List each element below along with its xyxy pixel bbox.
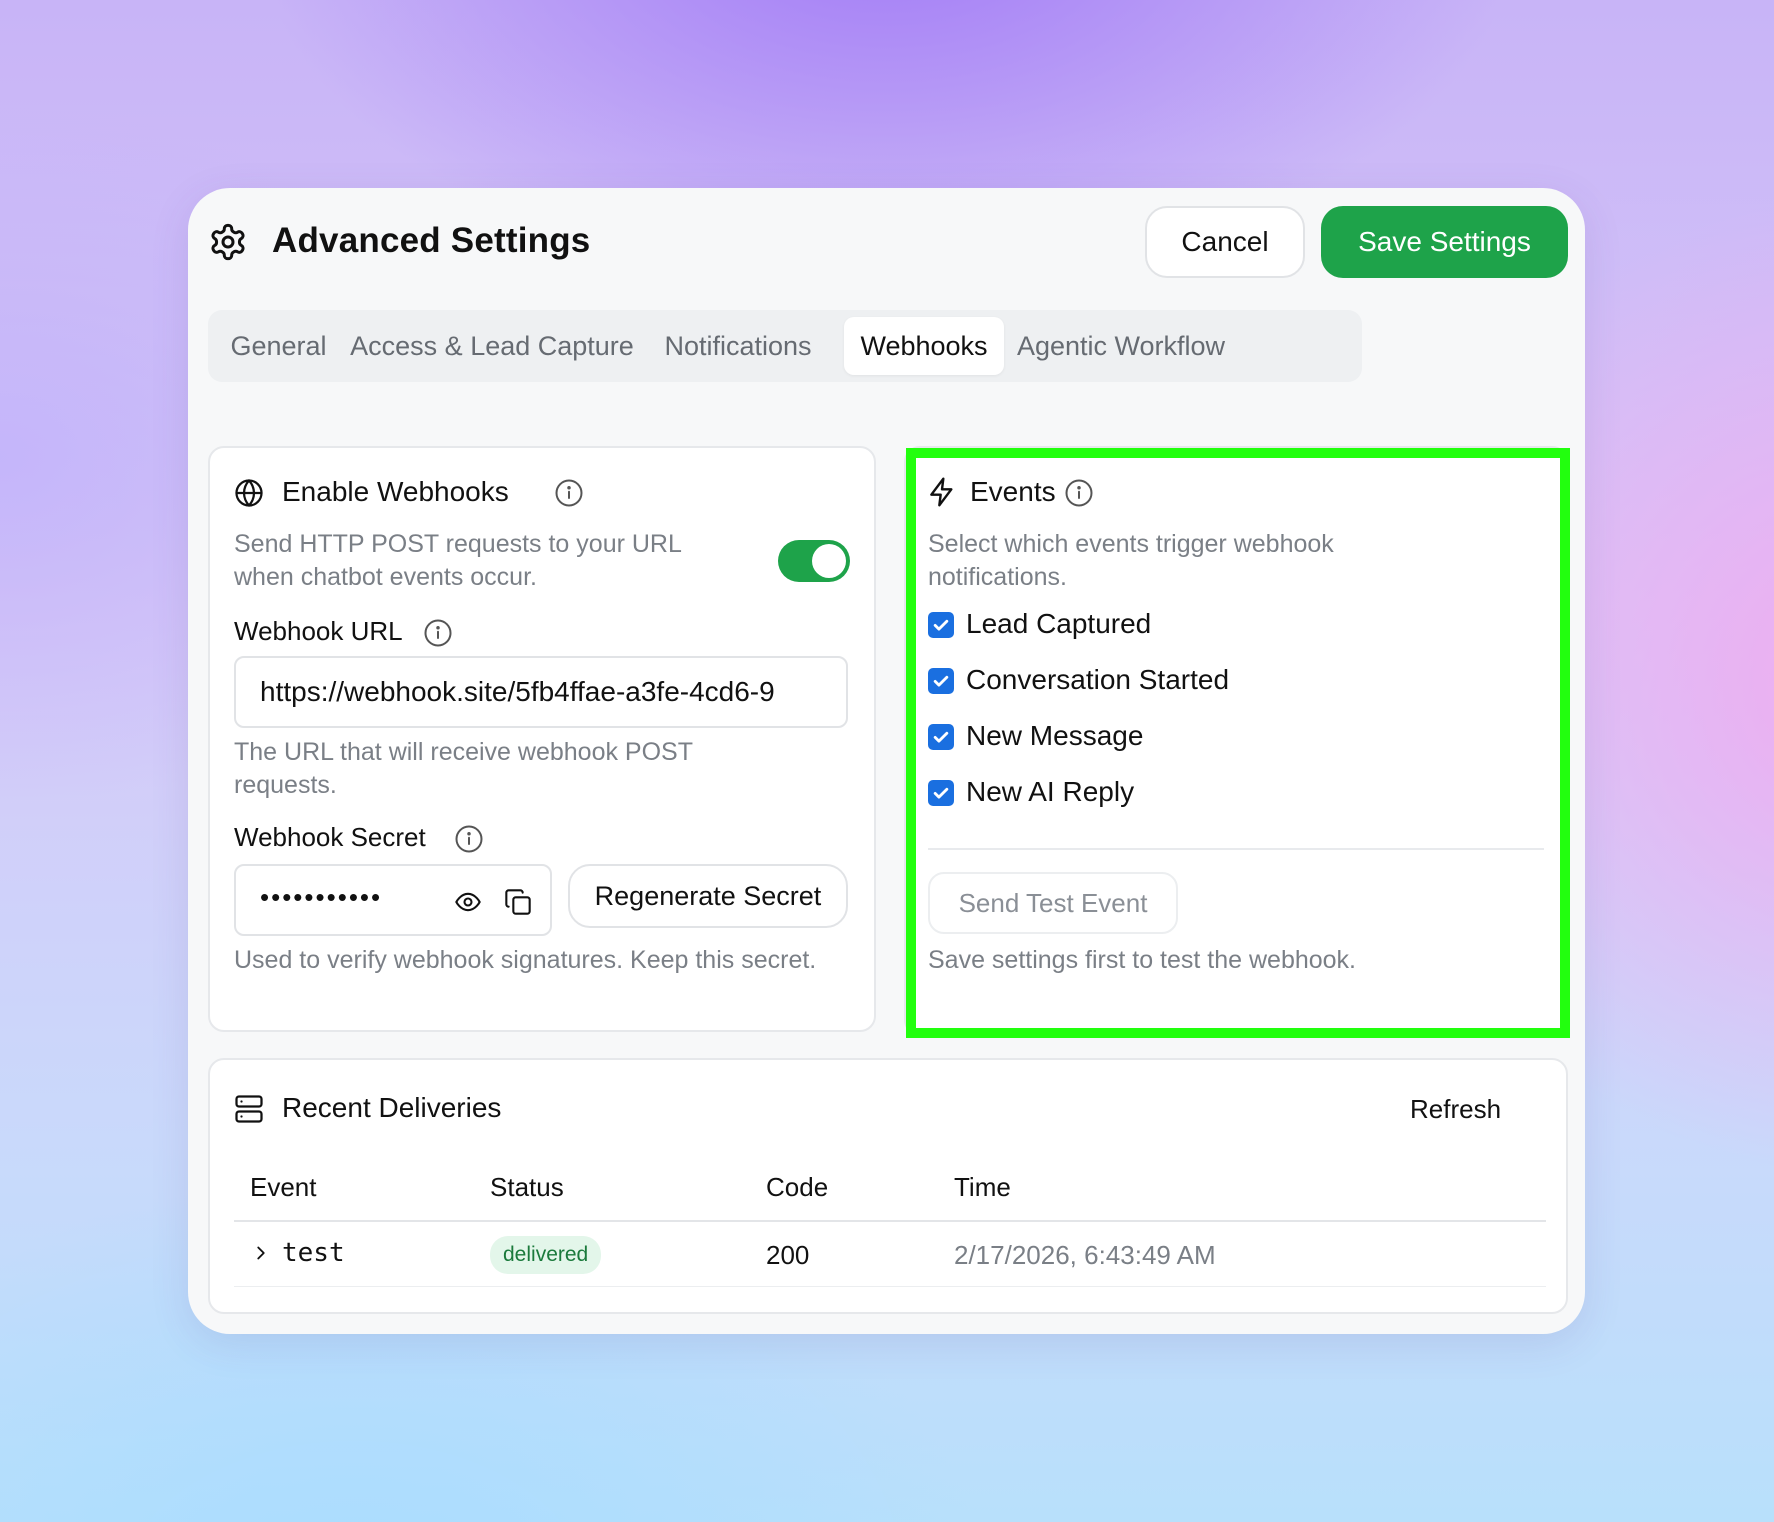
row-divider [234, 1286, 1546, 1287]
column-header-event: Event [250, 1172, 317, 1202]
column-header-time: Time [954, 1172, 1011, 1202]
event-checkbox[interactable] [928, 724, 954, 750]
settings-header: Advanced Settings Cancel Save Settings [188, 188, 1585, 298]
cancel-button[interactable]: Cancel [1145, 206, 1305, 278]
info-icon[interactable] [423, 618, 453, 648]
tab-general[interactable]: General [216, 317, 341, 375]
gear-icon [211, 223, 245, 261]
check-icon [933, 787, 949, 799]
tab-access-lead-capture[interactable]: Access & Lead Capture [348, 317, 636, 375]
webhook-secret-field: ••••••••••• [234, 864, 552, 936]
advanced-settings-card: Advanced Settings Cancel Save Settings G… [188, 188, 1585, 1334]
tab-webhooks[interactable]: Webhooks [844, 317, 1004, 375]
row-code: 200 [766, 1240, 810, 1270]
column-header-status: Status [490, 1172, 564, 1202]
info-icon[interactable] [454, 824, 484, 854]
regenerate-secret-button[interactable]: Regenerate Secret [568, 864, 848, 928]
events-title: Events [970, 476, 1056, 507]
event-label[interactable]: Conversation Started [966, 664, 1229, 696]
check-icon [933, 731, 949, 743]
tab-notifications[interactable]: Notifications [648, 317, 828, 375]
event-checkbox[interactable] [928, 668, 954, 694]
send-test-event-button[interactable]: Send Test Event [928, 872, 1178, 934]
recent-deliveries-title: Recent Deliveries [282, 1092, 502, 1123]
toggle-knob [812, 544, 846, 578]
row-event: test [282, 1238, 345, 1268]
webhook-secret-input[interactable]: ••••••••••• [260, 882, 420, 913]
eye-icon[interactable] [454, 888, 482, 916]
events-description: Select which events trigger webhook noti… [928, 530, 1334, 591]
info-icon[interactable] [1064, 478, 1094, 508]
save-settings-button[interactable]: Save Settings [1321, 206, 1568, 278]
table-row[interactable]: test delivered 200 2/17/2026, 6:43:49 AM [234, 1222, 1546, 1288]
globe-icon [235, 479, 263, 507]
webhook-url-label: Webhook URL [234, 616, 403, 646]
webhook-url-help: The URL that will receive webhook POST r… [234, 738, 693, 799]
enable-webhooks-panel: Enable Webhooks Send HTTP POST requests … [208, 446, 876, 1032]
event-checkbox[interactable] [928, 780, 954, 806]
webhook-url-input[interactable]: https://webhook.site/5fb4ffae-a3fe-4cd6-… [234, 656, 848, 728]
refresh-button[interactable]: Refresh [1410, 1094, 1501, 1125]
enable-webhooks-title: Enable Webhooks [282, 476, 509, 507]
page-title: Advanced Settings [272, 221, 591, 260]
column-header-code: Code [766, 1172, 829, 1202]
tab-agentic-workflow[interactable]: Agentic Workflow [1014, 317, 1228, 375]
info-icon[interactable] [554, 478, 584, 508]
event-checkbox[interactable] [928, 612, 954, 638]
check-icon [933, 675, 949, 687]
event-label[interactable]: Lead Captured [966, 608, 1151, 640]
enable-webhooks-description: Send HTTP POST requests to your URL when… [234, 530, 681, 591]
event-label[interactable]: New AI Reply [966, 776, 1134, 808]
check-icon [933, 619, 949, 631]
event-label[interactable]: New Message [966, 720, 1143, 752]
webhook-secret-label: Webhook Secret [234, 822, 426, 852]
settings-tabs: General Access & Lead Capture Notificati… [208, 310, 1362, 382]
events-panel: Events Select which events trigger webho… [904, 446, 1568, 1036]
recent-deliveries-panel: Recent Deliveries Refresh Event Status C… [208, 1058, 1568, 1314]
server-icon [235, 1095, 263, 1123]
row-time: 2/17/2026, 6:43:49 AM [954, 1240, 1216, 1270]
send-test-help: Save settings first to test the webhook. [928, 946, 1357, 974]
copy-icon[interactable] [504, 888, 532, 916]
webhook-secret-help: Used to verify webhook signatures. Keep … [234, 946, 817, 974]
chevron-right-icon[interactable] [250, 1242, 272, 1264]
enable-webhooks-toggle[interactable] [778, 540, 850, 582]
events-divider [928, 848, 1544, 850]
status-badge: delivered [490, 1236, 602, 1274]
lightning-icon [930, 477, 953, 507]
